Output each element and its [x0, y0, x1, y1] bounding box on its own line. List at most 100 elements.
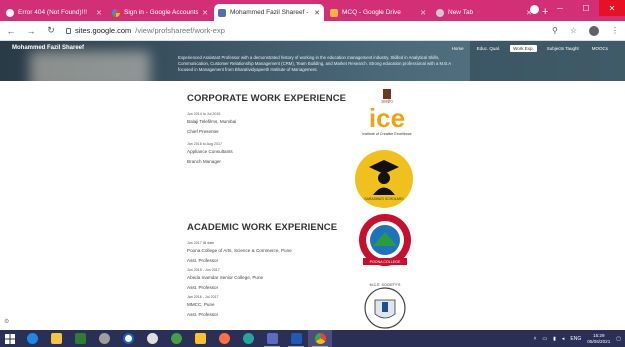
window-controls: ─ ☐ ✕ [547, 0, 625, 21]
zoom-icon[interactable]: ⚲ [552, 26, 558, 35]
entry-dates: Jan 2016 - Jul 2017 [187, 295, 219, 299]
windows-start-icon[interactable] [0, 330, 20, 347]
newtab-icon [436, 8, 444, 17]
seal-caption: POONA COLLEGE [370, 260, 401, 264]
url-host: sites.google.com [75, 26, 132, 35]
badge-caption: SARASWATI SCHOLARS [364, 197, 404, 201]
system-clock[interactable]: 15:29 05/06/2021 [587, 333, 610, 344]
entry-org: Appliance Consultants [187, 149, 233, 154]
window-close-icon[interactable]: ✕ [599, 0, 625, 16]
notifications-icon[interactable]: ▢ [616, 336, 621, 342]
chrome-icon[interactable] [308, 330, 332, 347]
close-icon[interactable]: ✕ [202, 9, 208, 17]
tab-error-404[interactable]: Error 404 (Not Found)!!! ✕ [2, 4, 106, 21]
entry-org: MMCC, Pune [187, 302, 215, 307]
site-title[interactable]: Mohammed Fazil Shareef [12, 45, 84, 51]
back-arrow-icon[interactable]: ← [6, 26, 16, 36]
tab-google-sign-in[interactable]: Sign in - Google Accounts ✕ [108, 4, 212, 21]
drive-icon [330, 8, 338, 17]
tab-label: Sign in - Google Accounts [124, 9, 199, 16]
banner-image-graphic [30, 51, 150, 81]
academic-entry: Jun 2015 - Jun 2017 Abeda Inamdar Senior… [187, 267, 263, 291]
nav-work-exp[interactable]: Work Exp. [510, 45, 537, 52]
nav-subjects-taught[interactable]: Subjects Taught [544, 45, 582, 52]
academic-entry: Jun 2017 till date Poona College of Arts… [187, 240, 292, 264]
entry-role: Asst. Professor [187, 312, 219, 317]
show-hidden-icons-chevron-icon[interactable]: ˄ [533, 336, 536, 342]
profile-summary: Experienced Assistant Professor with a d… [178, 55, 451, 72]
chrome-alt-icon[interactable] [140, 330, 164, 347]
tab-label: Error 404 (Not Found)!!! [18, 9, 87, 16]
media-player-icon[interactable] [116, 330, 140, 347]
ice-logo-subtitle: Institute of Creative Excellence [362, 132, 411, 136]
google-icon [112, 8, 120, 17]
entry-role: Asst. Professor [187, 258, 219, 263]
record-icon[interactable] [530, 5, 539, 14]
entry-dates: Jun 2014 to Jul 2015 [187, 112, 221, 116]
close-icon[interactable]: ✕ [96, 9, 102, 17]
nav-educ-qual[interactable]: Educ. Qual. [474, 45, 504, 52]
network-icon[interactable]: ▮ [553, 336, 556, 342]
whatsapp-icon[interactable] [164, 330, 188, 347]
word-icon[interactable] [284, 330, 308, 347]
globe-icon [6, 8, 14, 17]
ice-logo: ज्ञानदीप ice Institute of Creative Excel… [362, 89, 412, 136]
nav-home[interactable]: Home [449, 45, 467, 52]
corporate-entry: Jan 2016 to Aug 2017 Appliance Consultan… [187, 141, 233, 165]
mce-society-logo: M.C.E. SOCIETY'S [364, 283, 406, 329]
menu-kebab-icon[interactable]: ⋮ [611, 26, 619, 35]
close-icon[interactable]: ✕ [420, 9, 426, 17]
tab-mcq-drive[interactable]: MCQ - Google Drive ✕ [326, 4, 430, 21]
address-bar[interactable]: sites.google.com/view/profshareef/work-e… [66, 24, 542, 38]
entry-org: Balaji Telefilms, Mumbai [187, 119, 237, 124]
academic-entry: Jan 2016 - Jul 2017 MMCC, Pune Asst. Pro… [187, 294, 219, 318]
paint-icon[interactable] [92, 330, 116, 347]
reload-icon[interactable]: ↻ [46, 25, 56, 36]
entry-org: Abeda Inamdar Senior College, Pune [187, 275, 264, 280]
bookmark-star-icon[interactable]: ☆ [570, 26, 577, 35]
edge-icon[interactable] [236, 330, 260, 347]
mail-icon[interactable] [188, 330, 212, 347]
sites-icon [218, 8, 226, 17]
entry-dates: Jun 2015 - Jun 2017 [187, 268, 220, 272]
site-header-banner: Mohammed Fazil Shareef Home Educ. Qual. … [0, 41, 625, 81]
windows-taskbar: ˄ ▭ ▮ ◂ ENG 15:29 05/06/2021 ▢ [0, 330, 625, 347]
site-navigation: Home Educ. Qual. Work Exp. Subjects Taug… [449, 45, 611, 52]
academic-heading: ACADEMIC WORK EXPERIENCE [187, 222, 338, 233]
ice-logo-word: ice [369, 103, 405, 133]
entry-dates: Jan 2016 to Aug 2017 [187, 142, 222, 146]
tab-label: MCQ - Google Drive [342, 9, 401, 16]
tab-label: Mohammed Fazil Shareef - W [230, 9, 311, 16]
language-indicator[interactable]: ENG [570, 336, 581, 342]
firefox-icon[interactable] [212, 330, 236, 347]
profile-avatar[interactable] [589, 25, 599, 36]
entry-role: Asst. Professor [187, 285, 219, 290]
lock-icon [66, 27, 71, 34]
clock-date: 05/06/2021 [587, 338, 611, 344]
system-tray: ˄ ▭ ▮ ◂ ENG 15:29 05/06/2021 ▢ [533, 330, 621, 347]
url-path: /view/profshareef/work-exp [135, 26, 225, 35]
nav-moocs[interactable]: MOOCs [589, 45, 611, 52]
teams-icon[interactable] [260, 330, 284, 347]
tab-new-tab[interactable]: New Tab ✕ [432, 4, 536, 21]
volume-icon[interactable]: ◂ [562, 336, 565, 342]
tab-label: New Tab [448, 9, 474, 16]
internet-explorer-icon[interactable] [20, 330, 44, 347]
battery-icon[interactable]: ▭ [542, 336, 547, 342]
corporate-heading: CORPORATE WORK EXPERIENCE [187, 93, 347, 104]
settings-gear-icon[interactable]: ⚙ [4, 318, 9, 325]
poona-college-seal-logo: POONA COLLEGE [359, 214, 411, 266]
mce-logo-caption: M.C.E. SOCIETY'S [370, 283, 401, 287]
forward-arrow-icon[interactable]: → [26, 26, 36, 36]
maximize-icon[interactable]: ☐ [573, 0, 599, 16]
store-icon[interactable] [68, 330, 92, 347]
entry-role: Chief Presenter [187, 129, 219, 134]
graduate-cap-icon: SARASWATI SCHOLARS [364, 160, 404, 201]
tab-mohammed-fazil-shareef[interactable]: Mohammed Fazil Shareef - W ✕ [214, 4, 324, 21]
corporate-entry: Jun 2014 to Jul 2015 Balaji Telefilms, M… [187, 111, 236, 135]
file-explorer-icon[interactable] [44, 330, 68, 347]
minimize-icon[interactable]: ─ [547, 0, 573, 16]
scholar-badge-logo: SARASWATI SCHOLARS [355, 150, 413, 208]
entry-org: Poona College of Arts, Science & Commerc… [187, 248, 292, 253]
close-icon[interactable]: ✕ [314, 9, 320, 17]
